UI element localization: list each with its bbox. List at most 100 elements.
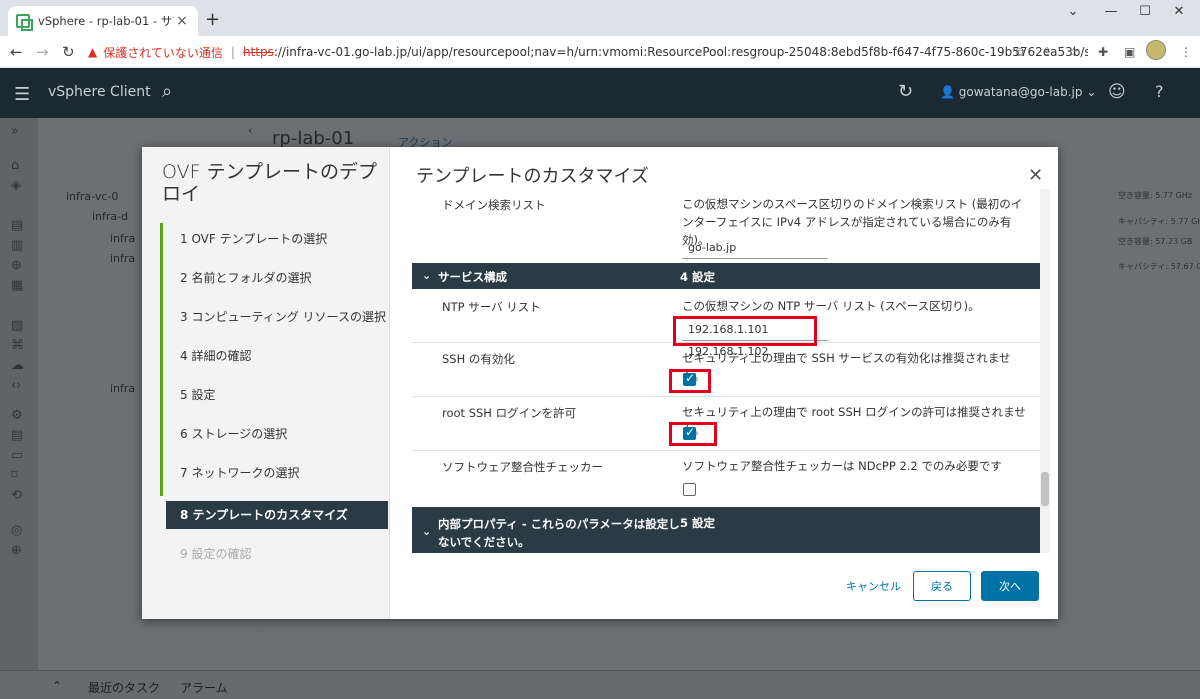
wizard-step[interactable]: 6 ストレージの選択 <box>166 420 388 448</box>
wizard-sidebar: OVF テンプレートのデプロイ 1 OVF テンプレートの選択 2 名前とフォル… <box>142 147 390 619</box>
wizard-footer: キャンセル 戻る 次へ <box>390 571 1058 601</box>
stat-text: 空き容量: 5.77 GHz <box>1118 191 1193 200</box>
home-icon[interactable]: ⌂ <box>11 158 19 173</box>
wizard-title: OVF テンプレートのデプロイ <box>162 161 378 205</box>
taskbar-toggle-icon[interactable]: ⌃ <box>52 679 62 693</box>
tab-close-icon[interactable]: × <box>174 13 190 29</box>
feedback-icon[interactable]: ☺ <box>1108 82 1126 102</box>
setting-description: この仮想マシンの NTP サーバ リスト (スペース区切り)。 <box>682 299 980 313</box>
tree-item[interactable]: infra <box>110 252 135 265</box>
warning-icon: ▲ <box>88 45 98 59</box>
search-icon[interactable]: ⌕ <box>162 81 172 102</box>
domain-search-input[interactable]: go-lab.jp <box>682 237 828 259</box>
network-icon[interactable]: ▦ <box>11 278 23 293</box>
vsphere-header: ☰ vSphere Client ⌕ ↻ 👤 gowatana@go-lab.j… <box>0 68 1200 118</box>
sidepanel-icon[interactable]: ▣ <box>1124 45 1135 59</box>
back-button[interactable]: 戻る <box>913 571 971 601</box>
group-count: 4 設定 <box>680 270 716 284</box>
group-header[interactable]: ⌄ 内部プロパティ - これらのパラメータは設定しないでください。 5 設定 <box>412 507 1040 553</box>
forward-icon[interactable]: → <box>36 43 49 61</box>
close-window-icon[interactable]: ✕ <box>1164 4 1194 19</box>
storage-icon[interactable]: ⊕ <box>11 258 22 273</box>
user-icon: 👤 <box>940 85 959 99</box>
back-icon[interactable]: ← <box>10 43 23 61</box>
setting-row: ソフトウェア整合性チェッカー ソフトウェア整合性チェッカーは NDcPP 2.2… <box>412 451 1040 505</box>
wizard-main: テンプレートのカスタマイズ ✕ ドメイン検索リスト この仮想マシンのスペース区切… <box>390 147 1058 619</box>
refresh-icon[interactable]: ↻ <box>898 81 913 102</box>
settings-list[interactable]: ドメイン検索リスト この仮想マシンのスペース区切りのドメイン検索リスト (最初の… <box>412 189 1040 553</box>
code-icon[interactable]: ‹› <box>11 378 21 393</box>
translate-icon[interactable]: ⧉ <box>1016 45 1025 60</box>
group-count: 5 設定 <box>680 516 716 530</box>
tasks-icon[interactable]: ▤ <box>11 428 23 443</box>
lifecycle-icon[interactable]: ⟲ <box>11 488 22 503</box>
tab-search-chevron-icon[interactable]: ⌄ <box>1058 4 1088 19</box>
page-title: テンプレートのカスタマイズ <box>416 166 649 187</box>
setting-label: ソフトウェア整合性チェッカー <box>442 460 603 474</box>
extensions-icon[interactable]: ✚ <box>1098 45 1108 59</box>
integrity-checker-checkbox[interactable] <box>683 483 696 496</box>
wizard-step[interactable]: 4 詳細の確認 <box>166 342 388 370</box>
url-input[interactable]: ▲ 保護されていない通信 | https ://infra-vc-01.go-l… <box>88 40 1088 64</box>
admin-icon[interactable]: ⚙ <box>11 408 23 423</box>
reload-icon[interactable]: ↻ <box>62 43 75 61</box>
plugins-icon[interactable]: ◎ <box>11 523 22 538</box>
wizard-step[interactable]: 1 OVF テンプレートの選択 <box>166 225 388 253</box>
new-tab-button[interactable]: + <box>205 9 220 30</box>
minimize-icon[interactable]: — <box>1096 4 1126 19</box>
bookmark-star-icon[interactable]: ☆ <box>1068 45 1079 59</box>
collapse-panel-icon[interactable]: ‹ <box>248 124 252 137</box>
browser-menu-icon[interactable]: ⋮ <box>1180 45 1192 59</box>
wizard-step[interactable]: 7 ネットワークの選択 <box>166 459 388 487</box>
group-header[interactable]: ⌄ サービス構成 4 設定 <box>412 263 1040 289</box>
share-icon[interactable]: ⇪ <box>1042 45 1052 59</box>
globe-icon[interactable]: ⊕ <box>11 543 22 558</box>
policies-icon[interactable]: ▧ <box>11 318 23 333</box>
hamburger-menu-icon[interactable]: ☰ <box>14 84 30 105</box>
wizard-step[interactable]: 5 設定 <box>166 381 388 409</box>
user-menu[interactable]: 👤 gowatana@go-lab.jp ⌄ <box>940 85 1096 99</box>
cloud-icon[interactable]: ☁ <box>11 358 24 373</box>
setting-description: セキュリティ上の理由で SSH サービスの有効化は推奨されません。 <box>682 351 1011 383</box>
setting-row: ドメイン検索リスト この仮想マシンのスペース区切りのドメイン検索リスト (最初の… <box>412 189 1040 263</box>
stat-text: 空き容量: 57.23 GB <box>1118 237 1193 246</box>
tree-item[interactable]: infra-d <box>92 210 128 223</box>
tree-item[interactable]: infra-vc-0 <box>66 190 118 203</box>
vsphere-brand: vSphere Client <box>48 84 151 100</box>
wizard-step-active[interactable]: 8 テンプレートのカスタマイズ <box>166 501 388 529</box>
highlight-box <box>669 369 711 393</box>
highlight-box <box>669 422 717 446</box>
chevron-down-icon: ⌄ <box>422 525 432 538</box>
browser-tabbar: vSphere - rp-lab-01 - サマリ × + ⌄ — ☐ ✕ <box>0 0 1200 36</box>
group-title: 内部プロパティ - これらのパラメータは設定しないでください。 <box>438 517 680 549</box>
tree-item[interactable]: infra <box>110 382 135 395</box>
expand-icon[interactable]: » <box>11 124 19 139</box>
left-rail: » ⌂ ◈ ▤ ▥ ⊕ ▦ ▧ ⌘ ☁ ‹› ⚙ ▤ ▭ ⌑ ⟲ ◎ ⊕ <box>0 118 38 699</box>
resource-pool-title: rp-lab-01 <box>272 128 355 149</box>
browser-tab[interactable]: vSphere - rp-lab-01 - サマリ × <box>8 6 198 36</box>
events-icon[interactable]: ▭ <box>11 448 23 463</box>
help-icon[interactable]: ? <box>1155 82 1164 101</box>
profile-avatar[interactable] <box>1146 40 1166 60</box>
vms-icon[interactable]: ▥ <box>11 238 23 253</box>
wizard-step[interactable]: 2 名前とフォルダの選択 <box>166 264 388 292</box>
maximize-icon[interactable]: ☐ <box>1130 4 1160 19</box>
setting-description: セキュリティ上の理由で root SSH ログインの許可は推奨されません。 <box>682 405 1026 437</box>
bottom-task-bar: ⌃ 最近のタスク アラーム <box>0 670 1200 699</box>
alarms-tab[interactable]: アラーム <box>180 679 228 696</box>
scrollbar[interactable] <box>1040 189 1050 553</box>
tags-icon[interactable]: ⌑ <box>11 468 18 483</box>
shortcuts-icon[interactable]: ◈ <box>11 178 21 193</box>
url-scheme: https <box>242 45 274 59</box>
close-icon[interactable]: ✕ <box>1028 165 1043 186</box>
content-icon[interactable]: ⌘ <box>11 338 24 353</box>
recent-tasks-tab[interactable]: 最近のタスク <box>88 679 160 696</box>
hosts-icon[interactable]: ▤ <box>11 218 23 233</box>
address-bar: ← → ↻ ▲ 保護されていない通信 | https ://infra-vc-0… <box>0 36 1200 68</box>
next-button[interactable]: 次へ <box>981 571 1039 601</box>
scrollbar-thumb[interactable] <box>1041 472 1049 506</box>
wizard-step[interactable]: 3 コンピューティング リソースの選択 <box>166 303 388 331</box>
cancel-button[interactable]: キャンセル <box>846 573 901 601</box>
highlight-box <box>673 316 817 346</box>
tree-item[interactable]: infra <box>110 232 135 245</box>
